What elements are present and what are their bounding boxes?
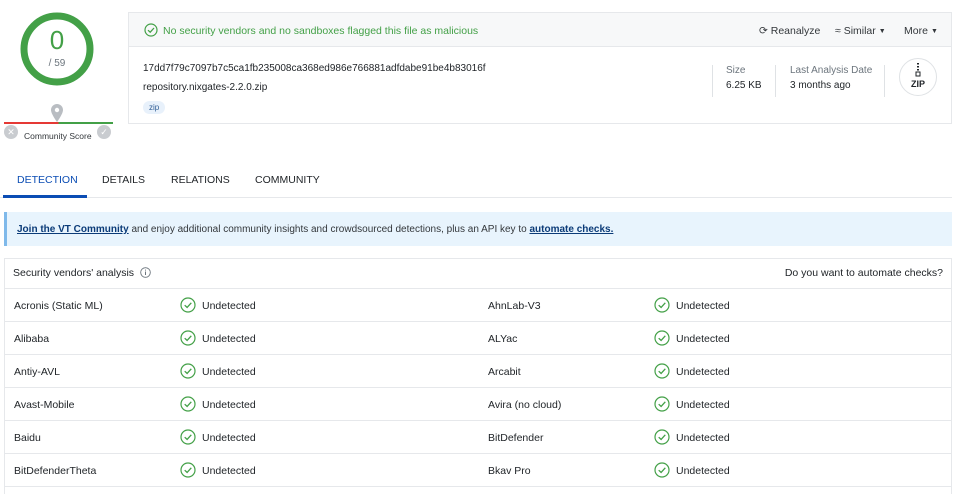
- check-circle-icon: [144, 23, 158, 37]
- reanalyze-button[interactable]: ⟳ Reanalyze: [759, 25, 820, 37]
- tab-bar: DETECTION DETAILS RELATIONS COMMUNITY: [0, 164, 952, 198]
- vendor-name: Alibaba: [14, 333, 50, 345]
- status-banner: No security vendors and no sandboxes fla…: [129, 13, 951, 47]
- similar-icon: ≈: [835, 25, 841, 37]
- vendor-name: Avast-Mobile: [14, 399, 75, 411]
- tab-community[interactable]: COMMUNITY: [255, 174, 320, 186]
- undetected-check-icon: [180, 396, 196, 412]
- vendor-name: BitDefender: [488, 432, 544, 444]
- score-total: / 59: [48, 58, 66, 69]
- undetected-check-icon: [654, 363, 670, 379]
- vendor-result: Undetected: [202, 366, 256, 378]
- join-community-link[interactable]: Join the VT Community: [17, 224, 129, 235]
- community-score-bar: [4, 122, 113, 124]
- active-tab-indicator: [3, 195, 87, 198]
- meta-divider: [884, 65, 885, 97]
- community-banner: Join the VT Community and enjoy addition…: [4, 212, 952, 246]
- undetected-check-icon: [654, 330, 670, 346]
- undetected-check-icon: [180, 297, 196, 313]
- vendor-name: Acronis (Static ML): [14, 300, 103, 312]
- undetected-check-icon: [654, 429, 670, 445]
- vendors-title: Security vendors' analysis: [13, 267, 135, 279]
- file-tag[interactable]: zip: [143, 101, 166, 114]
- table-row: Antiy-AVL Undetected Arcabit Undetected: [5, 355, 951, 388]
- community-score-label: Community Score: [24, 131, 92, 141]
- table-row: Avast-Mobile Undetected Avira (no cloud) Un…: [5, 388, 951, 421]
- file-hash[interactable]: 17dd7f79c7097b7c5ca1fb235008ca368ed986e7…: [143, 63, 486, 74]
- vendor-result: Undetected: [676, 465, 730, 477]
- vendor-name: Avira (no cloud): [488, 399, 562, 411]
- undetected-check-icon: [654, 396, 670, 412]
- size-label: Size: [726, 65, 746, 76]
- vendor-name: Baidu: [14, 432, 41, 444]
- vendors-table: Security vendors' analysis Do you want t…: [4, 258, 952, 494]
- zipper-icon: [915, 63, 921, 77]
- vote-harmless-icon[interactable]: ✓: [97, 125, 111, 139]
- vendor-name: Antiy-AVL: [14, 366, 60, 378]
- vendor-result: Undetected: [202, 399, 256, 411]
- table-row: Baidu Undetected BitDefender Undetected: [5, 421, 951, 454]
- undetected-check-icon: [180, 330, 196, 346]
- meta-divider: [775, 65, 776, 97]
- caret-down-icon: ▼: [930, 28, 938, 35]
- vendor-name: AhnLab-V3: [488, 300, 541, 312]
- meta-divider: [712, 65, 713, 97]
- table-row: BitDefenderTheta Undetected Bkav Pro Undete…: [5, 454, 951, 487]
- vendor-result: Undetected: [676, 300, 730, 312]
- refresh-icon: ⟳: [759, 25, 768, 37]
- vendor-name: ALYac: [488, 333, 518, 345]
- size-value: 6.25 KB: [726, 80, 762, 91]
- undetected-check-icon: [180, 462, 196, 478]
- score-detected: 0: [49, 25, 65, 55]
- vendor-result: Undetected: [202, 300, 256, 312]
- vendor-result: Undetected: [202, 465, 256, 477]
- tab-detection[interactable]: DETECTION: [17, 174, 78, 186]
- file-type-label: ZIP: [910, 79, 925, 89]
- last-analysis-value: 3 months ago: [790, 80, 851, 91]
- table-row: Acronis (Static ML) Undetected AhnLab-V3 Un…: [5, 289, 951, 322]
- vendor-name: Bkav Pro: [488, 465, 531, 477]
- status-message: No security vendors and no sandboxes fla…: [163, 25, 479, 37]
- file-name: repository.nixgates-2.2.0.zip: [143, 82, 268, 93]
- undetected-check-icon: [654, 297, 670, 313]
- detection-score-widget: 0 / 59 ✕ Community Score ✓: [0, 8, 116, 148]
- vendor-name: Arcabit: [488, 366, 521, 378]
- vendor-result: Undetected: [676, 366, 730, 378]
- map-pin-icon: [51, 104, 63, 122]
- caret-down-icon: ▼: [878, 28, 886, 35]
- last-analysis-label: Last Analysis Date: [790, 65, 873, 76]
- vendor-result: Undetected: [202, 333, 256, 345]
- undetected-check-icon: [180, 429, 196, 445]
- vendor-result: Undetected: [676, 333, 730, 345]
- table-row: Alibaba Undetected ALYac Undetected: [5, 322, 951, 355]
- community-banner-text: Join the VT Community and enjoy addition…: [17, 224, 614, 235]
- undetected-check-icon: [180, 363, 196, 379]
- file-summary-card: No security vendors and no sandboxes fla…: [128, 12, 952, 124]
- vendor-name: BitDefenderTheta: [14, 465, 97, 477]
- tab-relations[interactable]: RELATIONS: [171, 174, 230, 186]
- more-dropdown[interactable]: More ▼: [904, 25, 938, 37]
- vendor-result: Undetected: [202, 432, 256, 444]
- automate-checks-prompt[interactable]: Do you want to automate checks?: [785, 267, 943, 279]
- tab-details[interactable]: DETAILS: [102, 174, 145, 186]
- undetected-check-icon: [654, 462, 670, 478]
- info-icon[interactable]: [140, 267, 151, 278]
- vote-harmful-icon[interactable]: ✕: [4, 125, 18, 139]
- vendor-result: Undetected: [676, 399, 730, 411]
- similar-dropdown[interactable]: ≈ Similar ▼: [835, 25, 886, 37]
- automate-checks-link[interactable]: automate checks.: [529, 224, 613, 235]
- vendor-result: Undetected: [676, 432, 730, 444]
- file-type-badge: ZIP: [899, 58, 937, 96]
- vendors-table-header: Security vendors' analysis Do you want t…: [5, 259, 951, 289]
